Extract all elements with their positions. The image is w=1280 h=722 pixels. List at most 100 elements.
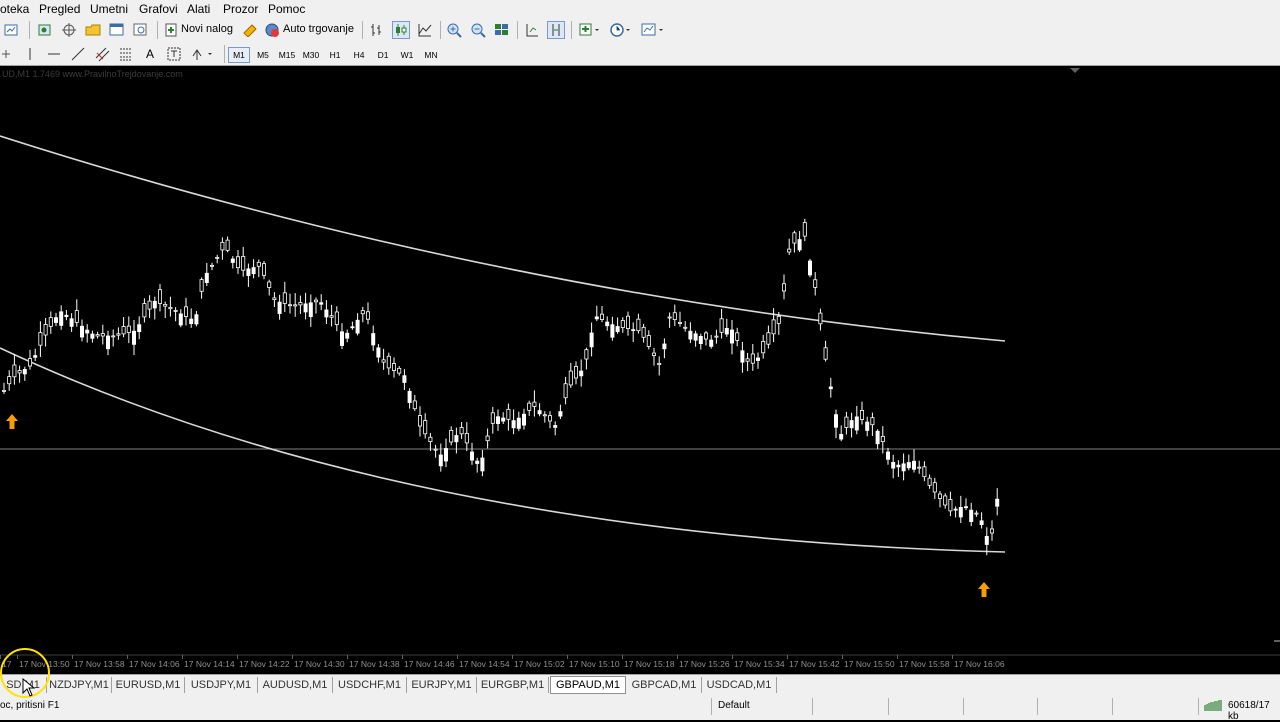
candle-body	[43, 323, 48, 336]
candle-body	[511, 420, 516, 429]
candle-body	[922, 466, 927, 478]
timeframe-m30-button[interactable]: M30	[300, 47, 322, 63]
candle-body	[459, 427, 464, 435]
menu-insert[interactable]: Umetni	[90, 2, 128, 16]
profiles-icon[interactable]	[36, 22, 54, 38]
candle-body	[626, 315, 631, 329]
menu-tools[interactable]: Alati	[187, 2, 210, 16]
new-chart-icon[interactable]	[2, 22, 22, 38]
chart-shift-marker[interactable]	[1070, 68, 1080, 73]
crosshair-icon[interactable]	[60, 22, 78, 38]
new-order-button[interactable]: Novi nalog	[162, 21, 234, 39]
zoom-in-icon[interactable]	[445, 22, 463, 38]
metaeditor-icon[interactable]	[241, 22, 259, 38]
candle-body	[27, 358, 32, 367]
tab-eurjpy[interactable]: EURJPY,M1	[407, 677, 477, 693]
time-axis-label: 17 Nov 15:26	[679, 659, 730, 669]
candle-body	[704, 332, 709, 340]
strategy-tester-icon[interactable]	[132, 22, 150, 38]
candle-body	[620, 320, 625, 328]
timeframe-m15-button[interactable]: M15	[276, 47, 298, 63]
chart-canvas[interactable]: UD,M1 1.7469 www.PravilnoTrejdovanje.com…	[0, 66, 1280, 674]
menu-view[interactable]: Pregled	[39, 2, 80, 16]
candle-body	[48, 317, 53, 327]
upper-channel-line[interactable]	[0, 135, 1006, 342]
templates-dropdown[interactable]	[639, 22, 667, 38]
candle-body	[735, 332, 740, 341]
timeframe-m5-button[interactable]: M5	[252, 47, 274, 63]
candle-body	[246, 268, 251, 276]
time-axis-label: 17 Nov 15:10	[569, 659, 620, 669]
time-axis-label: 17 Nov 15:42	[789, 659, 840, 669]
tab-gbpcad[interactable]: GBPCAD,M1	[627, 677, 702, 693]
indicators-dropdown[interactable]	[577, 22, 603, 38]
text-tool-icon[interactable]: A	[142, 46, 158, 62]
tab-eurgbp[interactable]: EURGBP,M1	[477, 677, 549, 693]
candle-body	[839, 433, 844, 440]
candle-body	[152, 300, 157, 309]
candle-body	[449, 430, 454, 443]
candle-body	[215, 256, 220, 259]
candle-body	[402, 375, 407, 383]
tab-usdcad[interactable]: USDCAD,M1	[702, 677, 777, 693]
status-separator	[963, 698, 964, 715]
candle-body	[657, 363, 662, 365]
arrows-dropdown[interactable]	[190, 46, 216, 62]
candlestick-icon[interactable]	[392, 21, 410, 39]
autoscroll-icon[interactable]	[547, 21, 565, 39]
timeframe-mn-button[interactable]: MN	[420, 47, 442, 63]
timeframe-m1-button[interactable]: M1	[228, 47, 250, 63]
candle-body	[272, 297, 277, 301]
line-chart-icon[interactable]	[416, 22, 434, 38]
candle-body	[365, 311, 370, 320]
up-arrow-signal-left[interactable]	[6, 414, 18, 429]
menu-file[interactable]: oteka	[0, 2, 29, 16]
scroll-handle[interactable]	[1274, 640, 1280, 642]
up-arrow-signal-right[interactable]	[978, 582, 990, 597]
time-axis-label: 17 Nov 14:14	[184, 659, 235, 669]
navigator-folder-icon[interactable]	[84, 22, 102, 38]
zoom-out-icon[interactable]	[469, 22, 487, 38]
candle-body	[74, 310, 79, 323]
tab-audusd[interactable]: AUDUSD,M1	[258, 677, 333, 693]
menu-window[interactable]: Prozor	[223, 2, 258, 16]
terminal-window-icon[interactable]	[108, 22, 126, 38]
auto-trading-button[interactable]: Auto trgovanje	[263, 21, 355, 39]
fibonacci-icon[interactable]	[118, 46, 134, 62]
text-label-icon[interactable]	[166, 46, 182, 62]
candle-body	[678, 321, 683, 324]
timeframe-h1-button[interactable]: H1	[324, 47, 346, 63]
menu-help[interactable]: Pomoc	[268, 2, 305, 16]
vertical-line-icon[interactable]	[22, 46, 38, 62]
tile-windows-icon[interactable]	[493, 22, 511, 38]
tab-usdchf[interactable]: USDCHF,M1	[333, 677, 407, 693]
candle-body	[111, 335, 116, 338]
menu-bar: oteka Pregled Umetni Grafovi Alati Prozo…	[0, 0, 1280, 18]
trendline-icon[interactable]	[70, 46, 86, 62]
timeframe-w1-button[interactable]: W1	[396, 47, 418, 63]
periods-clock-dropdown[interactable]	[608, 22, 634, 38]
tab-gbpaud[interactable]: GBPAUD,M1	[550, 676, 626, 694]
candle-body	[740, 350, 745, 363]
horizontal-line-icon[interactable]	[46, 46, 62, 62]
menu-charts[interactable]: Grafovi	[139, 2, 178, 16]
chart-shift-icon[interactable]	[523, 22, 541, 38]
candle-body	[433, 448, 438, 451]
bar-chart-icon[interactable]	[368, 22, 386, 38]
price-chart[interactable]: UD,M1 1.7469 www.PravilnoTrejdovanje.com…	[0, 66, 1280, 674]
connection-status-icon[interactable]	[1204, 699, 1224, 712]
tab-eurusd[interactable]: EURUSD,M1	[112, 677, 185, 693]
timeframe-d1-button[interactable]: D1	[372, 47, 394, 63]
tab-nzdjpy[interactable]: NZDJPY,M1	[47, 677, 112, 693]
tab-usdjpy[interactable]: USDJPY,M1	[185, 677, 258, 693]
candle-body	[969, 509, 974, 523]
lower-channel-line[interactable]	[0, 347, 1006, 553]
candle-body	[282, 292, 287, 304]
toolbar-separator	[157, 21, 158, 39]
cursor-tool-icon[interactable]	[0, 46, 12, 62]
time-axis-label: 17 Nov 16:06	[954, 659, 1005, 669]
timeframe-h4-button[interactable]: H4	[348, 47, 370, 63]
candle-body	[724, 327, 729, 335]
candle-body	[277, 301, 282, 314]
channel-icon[interactable]	[94, 46, 110, 62]
